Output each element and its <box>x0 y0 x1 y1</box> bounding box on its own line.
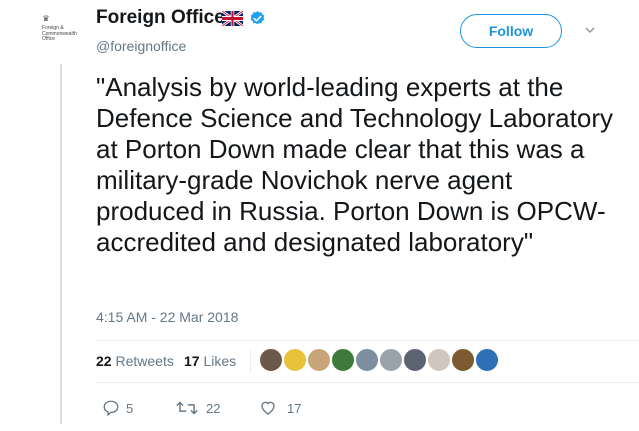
liker-avatar-4[interactable] <box>331 348 355 372</box>
liker-avatar-7[interactable] <box>403 348 427 372</box>
liker-avatar-5[interactable] <box>355 348 379 372</box>
retweets-stat[interactable]: 22 Retweets <box>96 353 174 369</box>
reply-icon <box>103 400 119 417</box>
retweets-label: Retweets <box>115 353 174 369</box>
tweet-text: "Analysis by world-leading experts at th… <box>96 72 613 257</box>
royal-crest-icon: ♛ <box>42 14 50 23</box>
liker-avatar-10[interactable] <box>475 348 499 372</box>
retweet-count: 22 <box>206 401 221 416</box>
verified-badge-icon <box>250 11 265 25</box>
like-count: 17 <box>287 401 302 416</box>
heart-icon <box>261 401 275 415</box>
retweet-icon <box>176 401 198 415</box>
thread-line <box>60 64 62 424</box>
tweet-timestamp[interactable]: 4:15 AM - 22 Mar 2018 <box>96 309 238 325</box>
liker-avatar-9[interactable] <box>451 348 475 372</box>
retweets-count: 22 <box>96 353 112 369</box>
avatar-logo-text: Foreign & Commonwealth Office <box>42 25 77 42</box>
likes-count: 17 <box>184 353 200 369</box>
uk-flag-icon <box>222 11 243 26</box>
likes-label: Likes <box>203 353 237 369</box>
stats-separator <box>250 350 251 372</box>
likes-stat[interactable]: 17 Likes <box>184 353 236 369</box>
account-avatar[interactable]: ♛ Foreign & Commonwealth Office <box>28 12 77 50</box>
liker-avatar-6[interactable] <box>379 348 403 372</box>
liker-avatar-2[interactable] <box>283 348 307 372</box>
reply-count: 5 <box>126 401 134 416</box>
liker-avatar-3[interactable] <box>307 348 331 372</box>
liker-avatar-8[interactable] <box>427 348 451 372</box>
follow-button[interactable]: Follow <box>460 14 562 48</box>
account-name[interactable]: Foreign Office <box>96 7 225 29</box>
account-handle[interactable]: @foreignoffice <box>96 38 186 54</box>
chevron-down-icon[interactable] <box>584 24 596 36</box>
divider <box>96 382 639 383</box>
divider <box>96 340 639 341</box>
liker-avatar-1[interactable] <box>259 348 283 372</box>
